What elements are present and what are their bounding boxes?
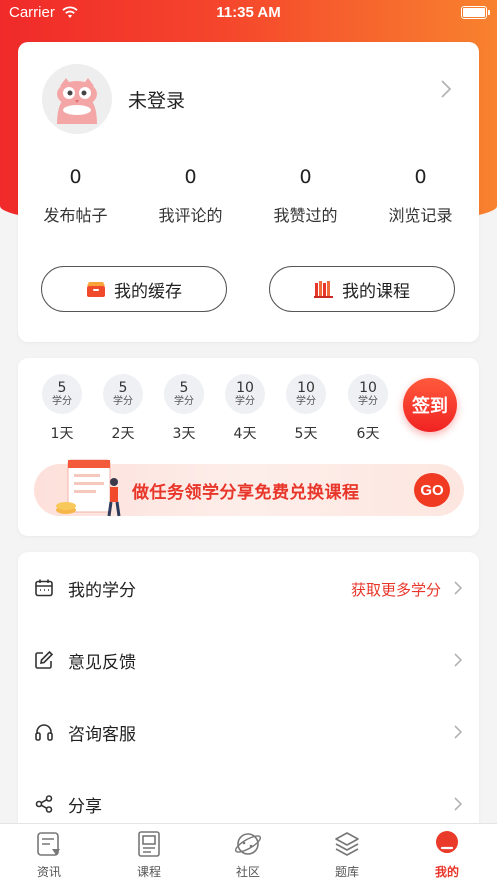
checkin-day: 10 学分 6天 (348, 374, 388, 443)
day-points: 5 (57, 379, 67, 396)
tab-label: 资讯 (36, 865, 61, 879)
chevron-right-icon (454, 653, 463, 667)
stat-label: 发布帖子 (43, 206, 108, 225)
day-unit: 学分 (174, 395, 194, 407)
course-icon (138, 831, 160, 857)
stat-value: 0 (184, 166, 197, 188)
news-icon (37, 832, 60, 856)
avatar[interactable] (42, 64, 112, 134)
menu-label: 意见反馈 (68, 653, 136, 673)
stat-comments[interactable]: 0 我评论的 (133, 164, 248, 226)
stat-likes[interactable]: 0 我赞过的 (248, 164, 363, 226)
menu-label: 我的学分 (68, 581, 136, 601)
tab-label: 社区 (235, 865, 260, 879)
get-more-credits-link[interactable]: 获取更多学分 (351, 579, 441, 600)
edit-icon (35, 650, 54, 669)
menu-label: 咨询客服 (68, 725, 136, 745)
day-points: 10 (359, 379, 377, 396)
day-unit: 学分 (235, 395, 255, 407)
my-courses-label: 我的课程 (342, 281, 410, 302)
checkin-day: 10 学分 5天 (286, 374, 326, 443)
tab-community[interactable]: 社区 (218, 830, 278, 880)
profile-icon (436, 831, 458, 853)
headset-icon (35, 724, 53, 741)
day-unit: 学分 (52, 395, 72, 407)
sign-in-button[interactable]: 签到 (403, 378, 457, 432)
tab-profile[interactable]: 我的 (417, 830, 477, 880)
day-points: 10 (297, 379, 315, 396)
stat-value: 0 (69, 166, 82, 188)
cache-box-icon (87, 282, 105, 297)
profile-card: 未登录 0 发布帖子 0 我评论的 0 我赞过的 0 浏览记录 我的缓存 我的课… (18, 42, 479, 342)
checkin-card: 5 学分 1天 5 学分 2天 5 学分 3天 10 学分 4天 10 学分 5天 10 学… (18, 358, 479, 536)
question-bank-icon (335, 832, 359, 856)
day-label: 3天 (172, 426, 196, 442)
day-label: 5天 (294, 426, 318, 442)
stat-history[interactable]: 0 浏览记录 (363, 164, 478, 226)
go-button[interactable]: GO (414, 473, 450, 507)
tab-label: 课程 (136, 865, 161, 879)
checkin-day: 5 学分 1天 (42, 374, 82, 443)
menu-item-feedback[interactable]: 意见反馈 (18, 624, 479, 696)
chevron-right-icon (454, 797, 463, 811)
day-unit: 学分 (296, 395, 316, 407)
books-icon (314, 281, 333, 298)
my-courses-button[interactable]: 我的课程 (269, 266, 455, 312)
stat-label: 我评论的 (158, 206, 223, 225)
status-bar: Carrier 11:35 AM (0, 0, 497, 26)
profile-stats: 0 发布帖子 0 我评论的 0 我赞过的 0 浏览记录 (18, 164, 479, 234)
chevron-right-icon (454, 725, 463, 739)
calendar-icon (35, 579, 53, 597)
tab-question-bank[interactable]: 题库 (317, 830, 377, 880)
checkin-day: 5 学分 3天 (164, 374, 204, 443)
menu-item-credits[interactable]: 我的学分 获取更多学分 (18, 552, 479, 624)
battery-icon (461, 6, 490, 19)
my-cache-label: 我的缓存 (114, 281, 182, 302)
my-cache-button[interactable]: 我的缓存 (41, 266, 227, 312)
checkin-day: 5 学分 2天 (103, 374, 143, 443)
stat-label: 浏览记录 (388, 206, 453, 225)
chevron-right-icon (454, 581, 463, 595)
community-icon (234, 833, 262, 855)
day-unit: 学分 (358, 395, 378, 407)
day-label: 2天 (111, 426, 135, 442)
stat-label: 我赞过的 (273, 206, 338, 225)
stat-value: 0 (414, 166, 427, 188)
default-avatar-icon (57, 78, 97, 124)
tab-label: 题库 (334, 865, 359, 879)
day-points: 5 (179, 379, 189, 396)
share-icon (35, 795, 53, 813)
stat-posts[interactable]: 0 发布帖子 (18, 164, 133, 226)
clock: 11:35 AM (216, 4, 281, 21)
tab-news[interactable]: 资讯 (19, 830, 79, 880)
bottom-tab-bar: 资讯 课程 社区 题库 我的 (0, 823, 497, 883)
menu-label: 分享 (68, 797, 102, 817)
day-label: 4天 (233, 426, 257, 442)
task-banner-text: 做任务领学分享免费兑换课程 (132, 483, 360, 503)
chevron-right-icon[interactable] (439, 78, 453, 100)
username-label[interactable]: 未登录 (128, 86, 185, 113)
day-label: 1天 (50, 426, 74, 442)
menu-list: 我的学分 获取更多学分 意见反馈 咨询客服 分享 (18, 552, 479, 842)
day-unit: 学分 (113, 395, 133, 407)
task-illustration-icon (56, 459, 121, 517)
tab-courses[interactable]: 课程 (119, 830, 179, 880)
day-points: 10 (236, 379, 254, 396)
tab-label: 我的 (434, 865, 459, 879)
day-points: 5 (118, 379, 128, 396)
checkin-day: 10 学分 4天 (225, 374, 265, 443)
menu-item-customer-service[interactable]: 咨询客服 (18, 696, 479, 768)
task-banner[interactable]: 做任务领学分享免费兑换课程 GO (34, 459, 464, 517)
stat-value: 0 (299, 166, 312, 188)
day-label: 6天 (356, 426, 380, 442)
